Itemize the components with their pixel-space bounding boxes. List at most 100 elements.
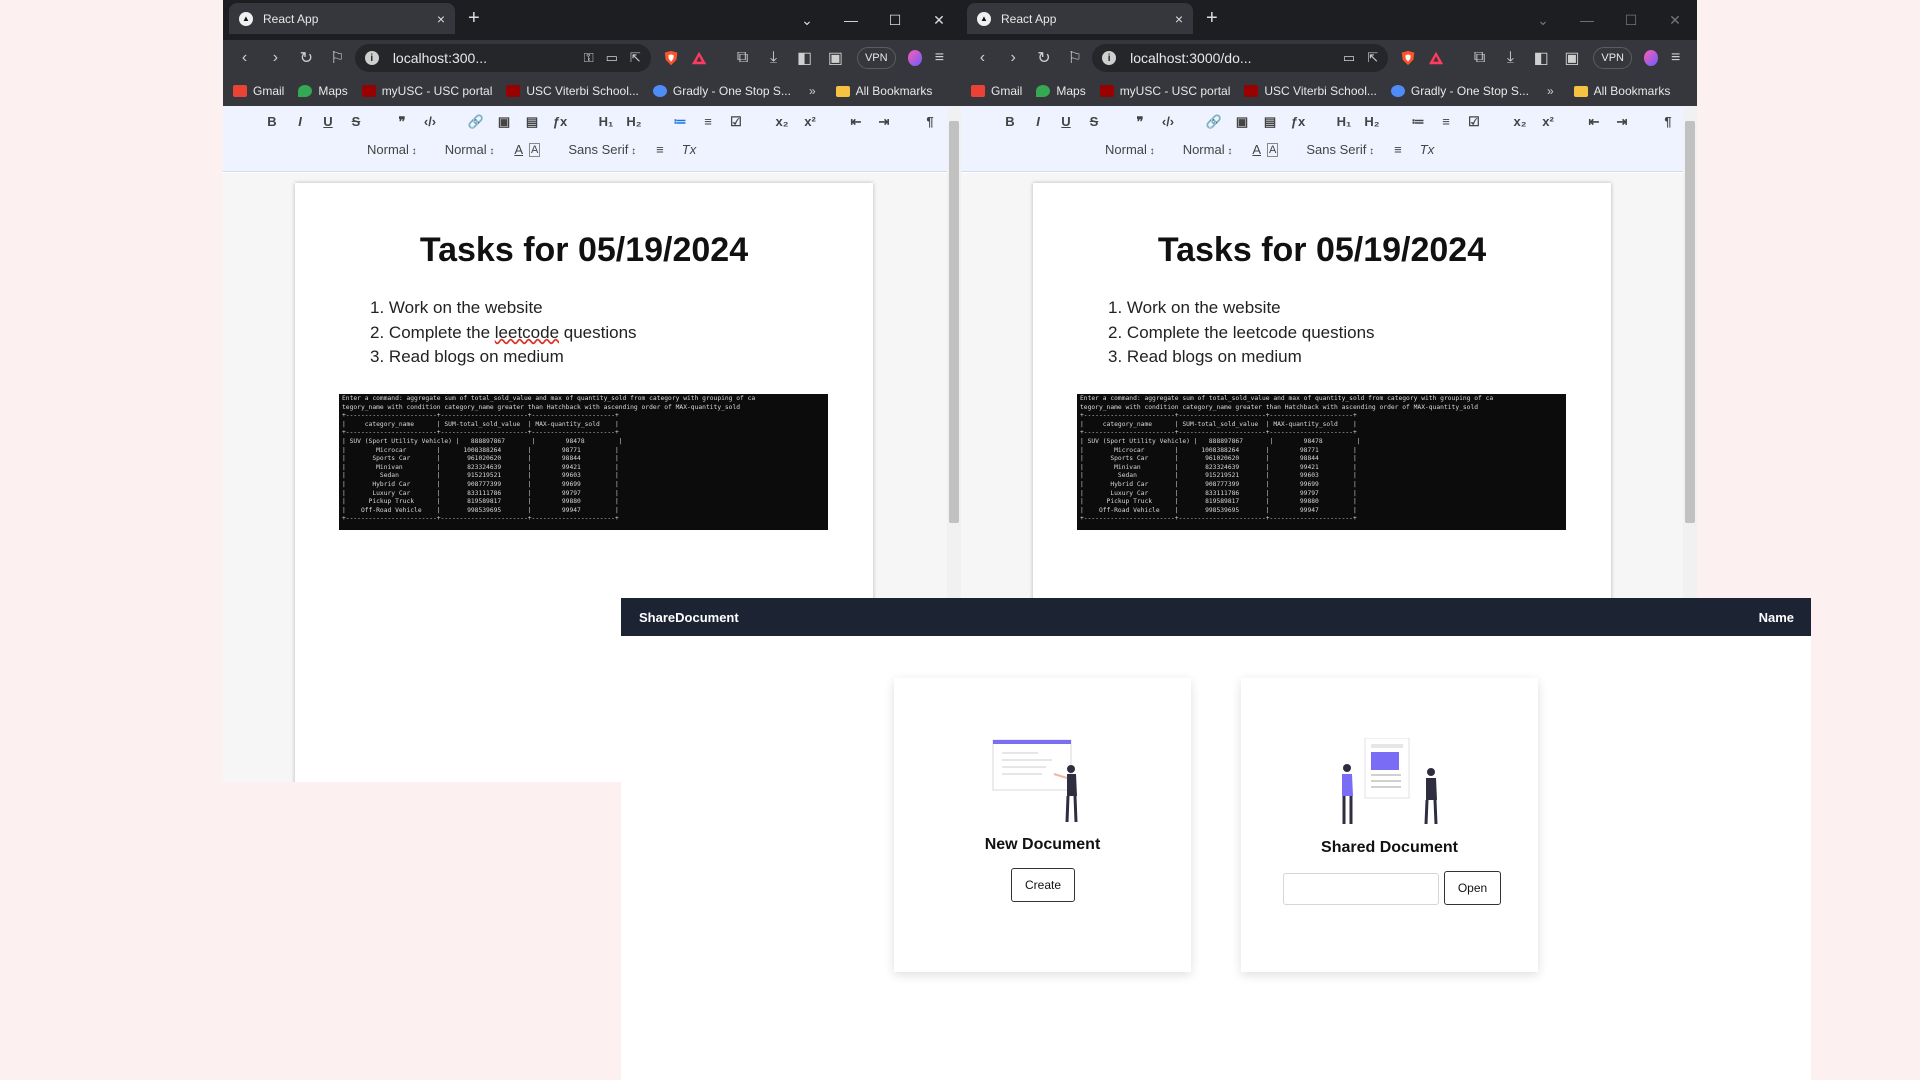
list-item[interactable]: 2. Complete the leetcode questions xyxy=(1108,323,1375,348)
vpn-button[interactable]: VPN xyxy=(1593,47,1632,69)
formula-button[interactable]: ƒx xyxy=(551,114,569,130)
bookmarks-overflow-icon[interactable]: » xyxy=(1547,84,1554,98)
italic-button[interactable]: I xyxy=(1029,114,1047,130)
list-item[interactable]: 2. Complete the leetcode questions xyxy=(370,323,637,348)
bookmark-gradly[interactable]: Gradly - One Stop S... xyxy=(652,84,791,98)
tab-search-icon[interactable]: ⌄ xyxy=(785,12,829,29)
close-window-button[interactable]: ✕ xyxy=(917,12,961,29)
sidebar-icon[interactable]: ◧ xyxy=(1528,45,1555,71)
scrollbar-thumb[interactable] xyxy=(949,121,959,523)
list-item[interactable]: 3. Read blogs on medium xyxy=(370,347,637,372)
bookmark-gmail[interactable]: Gmail xyxy=(233,84,284,98)
h2-button[interactable]: H₂ xyxy=(1363,114,1381,130)
document-title[interactable]: Tasks for 05/19/2024 xyxy=(1033,231,1611,270)
wallet-icon[interactable]: ▣ xyxy=(822,45,849,71)
bold-button[interactable]: B xyxy=(263,114,281,130)
bookmark-maps[interactable]: Maps xyxy=(298,84,348,98)
reload-icon[interactable]: ↻ xyxy=(293,45,320,71)
user-name[interactable]: Name xyxy=(1759,610,1794,625)
forward-icon[interactable]: › xyxy=(1000,45,1027,71)
bookmark-myusc[interactable]: myUSC - USC portal xyxy=(1099,84,1230,98)
brave-shield-icon[interactable] xyxy=(663,49,679,67)
misspelled-word[interactable]: leetcode xyxy=(495,323,559,342)
image-button[interactable]: ▣ xyxy=(495,114,513,130)
check-list-button[interactable]: ☑ xyxy=(1465,114,1483,130)
address-bar[interactable]: i localhost:3000/do... ▭ ⇱ xyxy=(1092,44,1389,72)
clear-format-icon[interactable]: Tx xyxy=(682,142,696,157)
video-button[interactable]: ▤ xyxy=(1261,114,1279,130)
share-icon[interactable]: ⇱ xyxy=(630,50,641,66)
leo-ai-icon[interactable] xyxy=(1644,50,1659,66)
vpn-button[interactable]: VPN xyxy=(856,47,896,69)
font-select[interactable]: Sans Serif xyxy=(568,142,636,157)
url-text[interactable]: localhost:3000/do... xyxy=(1130,50,1331,66)
document-title[interactable]: Tasks for 05/19/2024 xyxy=(295,231,873,270)
font-select[interactable]: Sans Serif xyxy=(1306,142,1374,157)
formula-button[interactable]: ƒx xyxy=(1289,114,1307,130)
reload-icon[interactable]: ↻ xyxy=(1031,45,1058,71)
size-select[interactable]: Normal xyxy=(445,142,495,157)
blockquote-button[interactable]: ❞ xyxy=(393,114,411,130)
code-block-button[interactable]: ‹/› xyxy=(421,114,439,130)
text-color-icon[interactable]: A xyxy=(1252,142,1261,157)
new-tab-button[interactable]: + xyxy=(1206,7,1218,30)
align-icon[interactable]: ≡ xyxy=(656,142,664,157)
ordered-list-button[interactable]: ≔ xyxy=(1409,114,1427,130)
new-tab-button[interactable]: + xyxy=(468,7,480,30)
bookmark-maps[interactable]: Maps xyxy=(1036,84,1086,98)
list-item[interactable]: 3. Read blogs on medium xyxy=(1108,347,1375,372)
menu-icon[interactable]: ≡ xyxy=(926,45,953,71)
extensions-icon[interactable]: ⧉ xyxy=(1466,45,1493,71)
header-select[interactable]: Normal xyxy=(367,142,417,157)
tab-react-app[interactable]: ▲ React App × xyxy=(967,3,1193,34)
url-text[interactable]: localhost:300... xyxy=(393,50,572,66)
strike-button[interactable]: S xyxy=(1085,114,1103,130)
italic-button[interactable]: I xyxy=(291,114,309,130)
document-id-input[interactable] xyxy=(1283,873,1439,905)
bookmark-viterbi[interactable]: USC Viterbi School... xyxy=(1244,84,1377,98)
superscript-button[interactable]: x² xyxy=(1539,114,1557,130)
indent-button[interactable]: ⇥ xyxy=(875,114,893,130)
all-bookmarks[interactable]: All Bookmarks xyxy=(1573,84,1670,98)
text-direction-button[interactable]: ¶ xyxy=(1659,114,1677,130)
clear-format-icon[interactable]: Tx xyxy=(1420,142,1434,157)
close-tab-icon[interactable]: × xyxy=(437,11,445,27)
h1-button[interactable]: H₁ xyxy=(1335,114,1353,130)
bookmark-gradly[interactable]: Gradly - One Stop S... xyxy=(1390,84,1529,98)
size-select[interactable]: Normal xyxy=(1183,142,1233,157)
brave-rewards-icon[interactable] xyxy=(691,49,707,67)
maximize-button[interactable]: ☐ xyxy=(1609,12,1653,29)
strike-button[interactable]: S xyxy=(347,114,365,130)
create-button[interactable]: Create xyxy=(1011,868,1075,902)
background-color-icon[interactable]: A xyxy=(529,142,541,157)
tab-search-icon[interactable]: ⌄ xyxy=(1521,12,1565,29)
link-button[interactable]: 🔗 xyxy=(1205,114,1223,130)
list-item[interactable]: 1. Work on the website xyxy=(1108,298,1375,323)
bullet-list-button[interactable]: ≡ xyxy=(1437,114,1455,130)
close-window-button[interactable]: ✕ xyxy=(1653,12,1697,29)
brave-shield-icon[interactable] xyxy=(1400,49,1416,67)
underline-button[interactable]: U xyxy=(319,114,337,130)
bookmarks-overflow-icon[interactable]: » xyxy=(809,84,816,98)
close-tab-icon[interactable]: × xyxy=(1175,11,1183,27)
outdent-button[interactable]: ⇤ xyxy=(1585,114,1603,130)
h1-button[interactable]: H₁ xyxy=(597,114,615,130)
leo-ai-icon[interactable] xyxy=(907,50,922,66)
bold-button[interactable]: B xyxy=(1001,114,1019,130)
bookmark-gmail[interactable]: Gmail xyxy=(971,84,1022,98)
header-select[interactable]: Normal xyxy=(1105,142,1155,157)
back-icon[interactable]: ‹ xyxy=(231,45,258,71)
align-icon[interactable]: ≡ xyxy=(1394,142,1402,157)
address-bar[interactable]: i localhost:300... ⚿ ▭ ⇱ xyxy=(354,44,651,72)
bookmark-icon[interactable]: ⚐ xyxy=(324,45,351,71)
bookmark-myusc[interactable]: myUSC - USC portal xyxy=(361,84,492,98)
link-button[interactable]: 🔗 xyxy=(467,114,485,130)
brand-link[interactable]: ShareDocument xyxy=(639,610,739,625)
list-item[interactable]: 1. Work on the website xyxy=(370,298,637,323)
back-icon[interactable]: ‹ xyxy=(969,45,996,71)
wallet-icon[interactable]: ▣ xyxy=(1559,45,1586,71)
video-button[interactable]: ▤ xyxy=(523,114,541,130)
ordered-list-button[interactable]: ≔ xyxy=(671,114,689,130)
forward-icon[interactable]: › xyxy=(262,45,289,71)
task-list[interactable]: 1. Work on the website 2. Complete the l… xyxy=(1108,298,1375,372)
